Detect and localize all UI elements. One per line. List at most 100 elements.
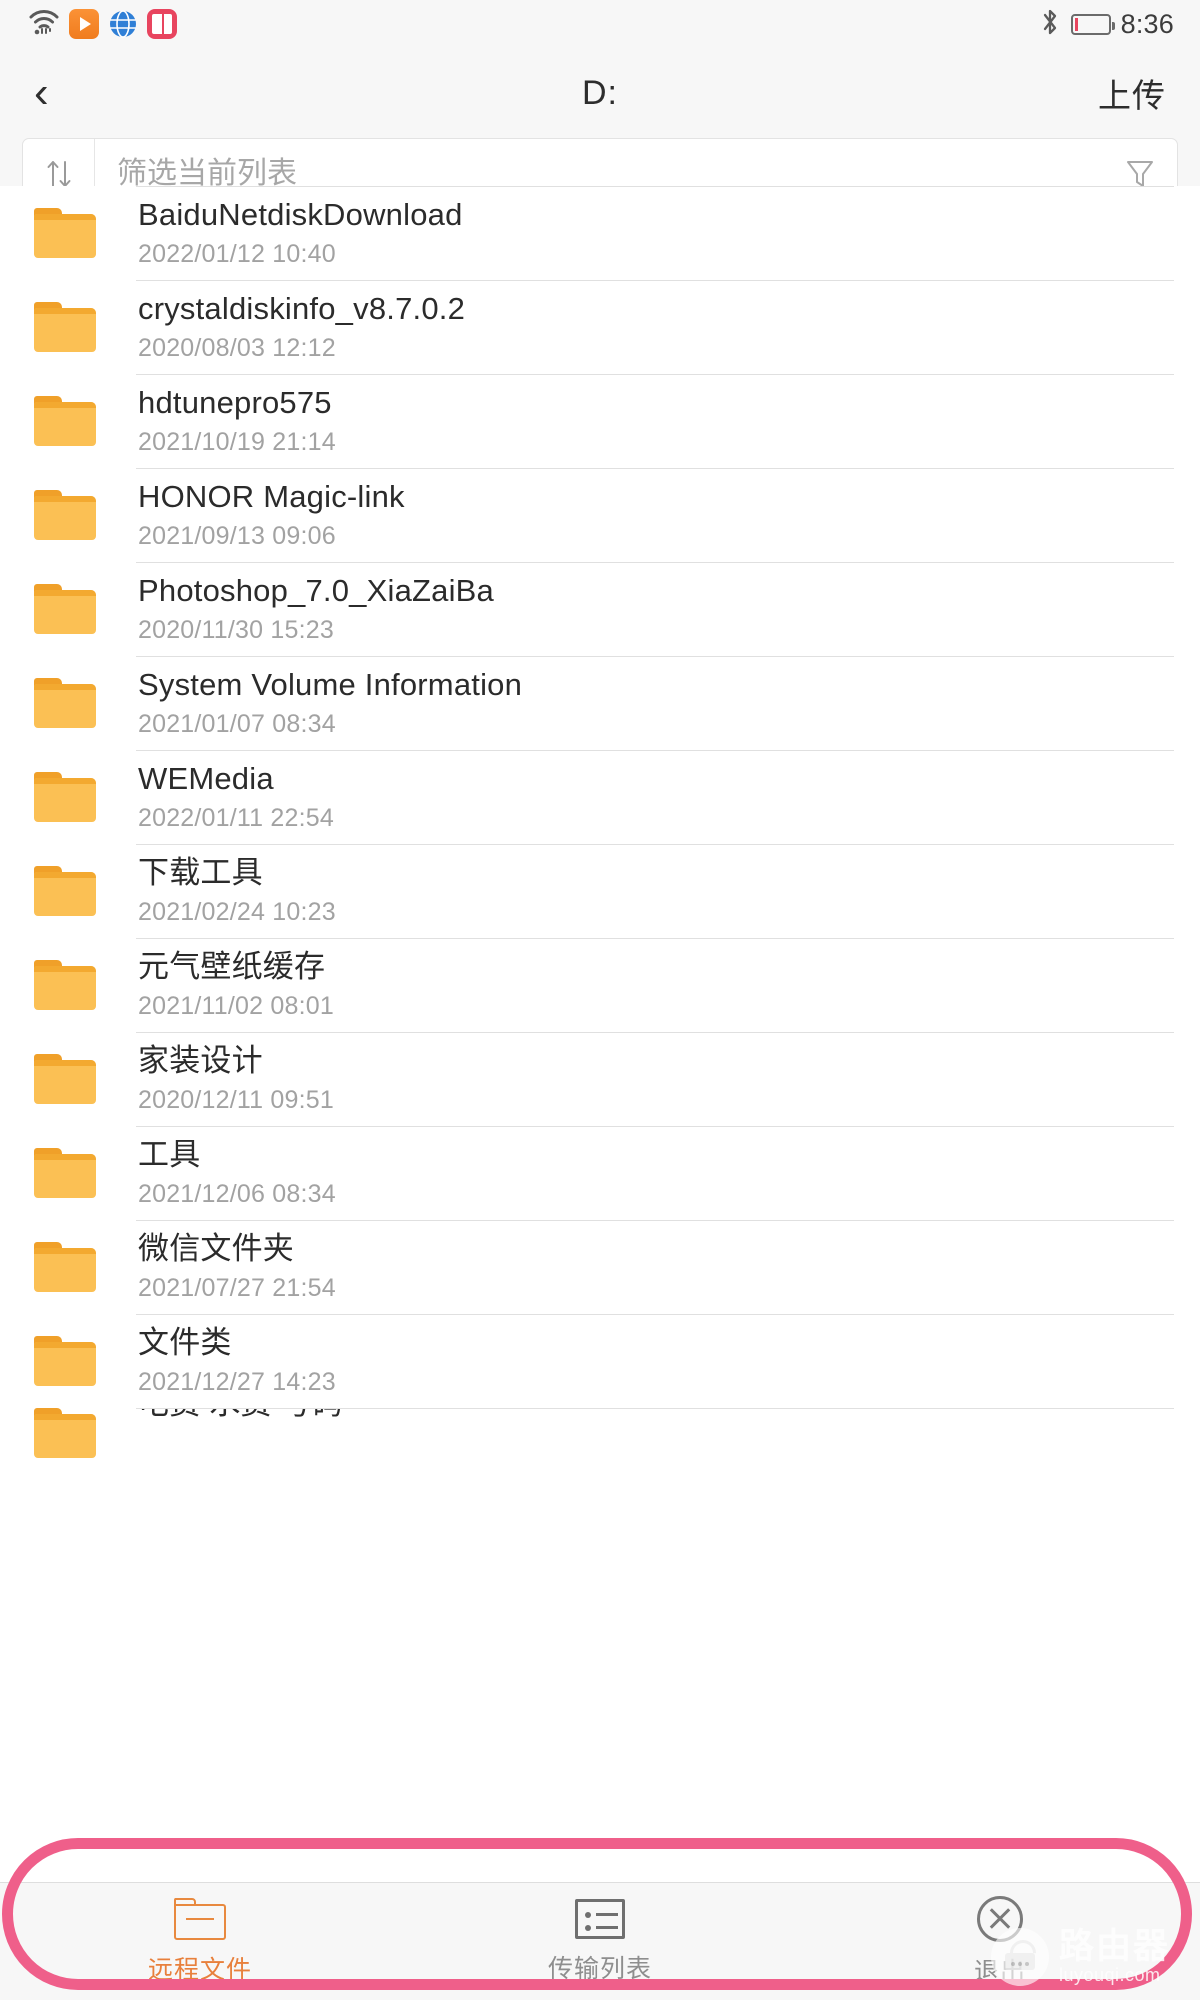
list-item-meta: hdtunepro575 2021/10/19 21:14 — [138, 385, 336, 458]
folder-outline-icon — [174, 1897, 226, 1940]
row-divider — [136, 656, 1174, 657]
list-item-meta: 微信文件夹 2021/07/27 21:54 — [138, 1231, 336, 1304]
list-icon — [575, 1898, 625, 1939]
file-manager-screen: 8:36 ‹ D: 上传 筛选当前列表 BaiduNetdiskDownload… — [0, 0, 1200, 2000]
row-divider — [136, 1126, 1174, 1127]
reader-app-icon — [147, 9, 177, 39]
page-title: D: — [582, 73, 618, 112]
list-item-meta: 文件类 2021/12/27 14:23 — [138, 1325, 336, 1398]
folder-icon — [34, 960, 96, 1010]
list-item[interactable]: 文件类 2021/12/27 14:23 — [0, 1314, 1200, 1408]
row-divider — [136, 374, 1174, 375]
list-item[interactable]: Photoshop_7.0_XiaZaiBa 2020/11/30 15:23 — [0, 562, 1200, 656]
file-name: 微信文件夹 — [138, 1230, 294, 1266]
back-button[interactable]: ‹ — [34, 71, 94, 115]
list-item-meta: System Volume Information 2021/01/07 08:… — [138, 667, 522, 740]
file-name: WEMedia — [138, 760, 274, 796]
folder-icon — [34, 866, 96, 916]
status-bar-right-icons: 8:36 — [1039, 8, 1174, 41]
list-item[interactable]: crystaldiskinfo_v8.7.0.2 2020/08/03 12:1… — [0, 280, 1200, 374]
file-date: 2020/08/03 12:12 — [138, 334, 336, 363]
file-date: 2022/01/12 10:40 — [138, 240, 336, 269]
file-name: Photoshop_7.0_XiaZaiBa — [138, 572, 494, 608]
folder-icon — [34, 396, 96, 446]
file-date: 2022/01/11 22:54 — [138, 804, 334, 833]
file-date: 2021/01/07 08:34 — [138, 710, 336, 739]
status-bar-left-icons — [28, 9, 177, 40]
file-name: 家装设计 — [138, 1042, 263, 1078]
watermark-text: 路由器 luyouqi.com — [1058, 1927, 1170, 1985]
wifi-icon — [28, 9, 60, 40]
status-bar: 8:36 — [0, 0, 1200, 48]
file-date: 2021/02/24 10:23 — [138, 898, 336, 927]
file-name: System Volume Information — [138, 666, 523, 702]
file-name: 下载工具 — [138, 854, 263, 890]
row-divider — [136, 280, 1174, 281]
list-item-meta: 工具 2021/12/06 08:34 — [138, 1137, 336, 1210]
nav-item-remote-files[interactable]: 远程文件 — [0, 1897, 400, 1986]
video-app-icon — [69, 9, 99, 39]
folder-icon — [34, 1148, 96, 1198]
file-name: 电费 水费 号码 — [138, 1408, 343, 1422]
folder-icon — [34, 1054, 96, 1104]
list-item-meta: 下载工具 2021/02/24 10:23 — [138, 855, 336, 928]
row-divider — [136, 938, 1174, 939]
site-watermark: 路由器 luyouqi.com — [990, 1927, 1170, 1986]
nav-item-transfer-list[interactable]: 传输列表 — [400, 1898, 800, 1985]
row-divider — [136, 1408, 1174, 1409]
list-item[interactable]: HONOR Magic-link 2021/09/13 09:06 — [0, 468, 1200, 562]
nav-label: 传输列表 — [547, 1954, 652, 1983]
list-item-meta: BaiduNetdiskDownload 2022/01/12 10:40 — [138, 197, 463, 270]
folder-icon — [34, 1336, 96, 1386]
list-item[interactable]: BaiduNetdiskDownload 2022/01/12 10:40 — [0, 186, 1200, 280]
list-item[interactable]: hdtunepro575 2021/10/19 21:14 — [0, 374, 1200, 468]
list-item[interactable]: 电费 水费 号码 — [0, 1408, 1200, 1468]
upload-button[interactable]: 上传 — [1098, 69, 1166, 117]
list-item[interactable]: 家装设计 2020/12/11 09:51 — [0, 1032, 1200, 1126]
list-item[interactable]: 工具 2021/12/06 08:34 — [0, 1126, 1200, 1220]
list-item[interactable]: System Volume Information 2021/01/07 08:… — [0, 656, 1200, 750]
folder-icon — [34, 208, 96, 258]
file-name: 工具 — [138, 1136, 201, 1172]
list-item[interactable]: 下载工具 2021/02/24 10:23 — [0, 844, 1200, 938]
file-date: 2021/12/27 14:23 — [138, 1368, 336, 1397]
file-name: BaiduNetdiskDownload — [138, 196, 463, 232]
folder-icon — [34, 302, 96, 352]
folder-icon — [34, 1408, 96, 1458]
folder-icon — [34, 490, 96, 540]
list-item-meta: HONOR Magic-link 2021/09/13 09:06 — [138, 479, 405, 552]
row-divider — [136, 1032, 1174, 1033]
row-divider — [136, 468, 1174, 469]
list-item[interactable]: WEMedia 2022/01/11 22:54 — [0, 750, 1200, 844]
watermark-url: luyouqi.com — [1058, 1964, 1161, 1985]
row-divider — [136, 750, 1174, 751]
list-item[interactable]: 元气壁纸缓存 2021/11/02 08:01 — [0, 938, 1200, 1032]
list-item-meta: WEMedia 2022/01/11 22:54 — [138, 761, 334, 834]
status-bar-clock: 8:36 — [1120, 8, 1174, 39]
file-name: hdtunepro575 — [138, 384, 332, 420]
file-date: 2021/10/19 21:14 — [138, 428, 336, 457]
file-name: HONOR Magic-link — [138, 478, 405, 514]
list-item-meta: Photoshop_7.0_XiaZaiBa 2020/11/30 15:23 — [138, 573, 494, 646]
folder-icon — [34, 678, 96, 728]
file-name: crystaldiskinfo_v8.7.0.2 — [138, 290, 466, 326]
row-divider — [136, 1220, 1174, 1221]
file-date: 2020/11/30 15:23 — [138, 616, 334, 645]
row-divider — [136, 562, 1174, 563]
battery-icon — [1070, 13, 1115, 35]
watermark-title: 路由器 — [1058, 1927, 1170, 1967]
file-date: 2021/11/02 08:01 — [138, 992, 334, 1021]
file-date: 2021/12/06 08:34 — [138, 1180, 336, 1209]
list-item-meta: 元气壁纸缓存 2021/11/02 08:01 — [138, 949, 334, 1022]
file-date: 2020/12/11 09:51 — [138, 1086, 334, 1115]
file-name: 元气壁纸缓存 — [138, 948, 326, 984]
file-date: 2021/07/27 21:54 — [138, 1274, 336, 1303]
list-item-meta: crystaldiskinfo_v8.7.0.2 2020/08/03 12:1… — [138, 291, 465, 364]
folder-icon — [34, 772, 96, 822]
file-list[interactable]: BaiduNetdiskDownload 2022/01/12 10:40 cr… — [0, 186, 1200, 2000]
file-date: 2021/09/13 09:06 — [138, 522, 336, 551]
row-divider — [136, 844, 1174, 845]
list-item[interactable]: 微信文件夹 2021/07/27 21:54 — [0, 1220, 1200, 1314]
row-divider — [136, 186, 1174, 187]
list-item-meta: 电费 水费 号码 — [138, 1408, 343, 1422]
